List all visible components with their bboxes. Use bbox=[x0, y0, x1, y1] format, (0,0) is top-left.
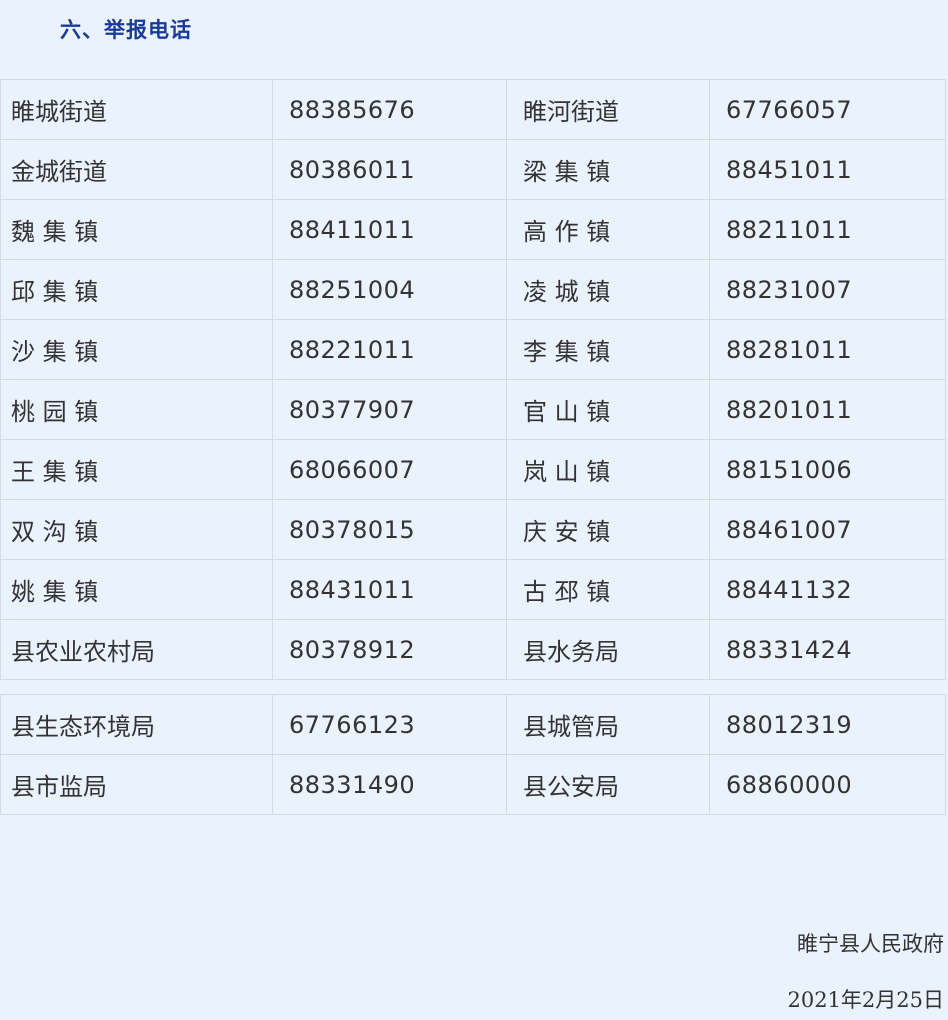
phone-number: 68066007 bbox=[272, 439, 507, 500]
unit-name: 沙 集 镇 bbox=[0, 319, 273, 380]
unit-name: 古 邳 镇 bbox=[506, 559, 710, 620]
unit-name: 魏 集 镇 bbox=[0, 199, 273, 260]
unit-name: 凌 城 镇 bbox=[506, 259, 710, 320]
table-row: 县市监局 88331490 县公安局 68860000 bbox=[0, 754, 946, 815]
unit-name: 睢城街道 bbox=[0, 79, 273, 140]
unit-name: 桃 园 镇 bbox=[0, 379, 273, 440]
phone-number: 88441132 bbox=[709, 559, 946, 620]
unit-name: 金城街道 bbox=[0, 139, 273, 200]
table-row: 姚 集 镇 88431011 古 邳 镇 88441132 bbox=[0, 559, 946, 620]
phone-number: 67766057 bbox=[709, 79, 946, 140]
phone-number: 88231007 bbox=[709, 259, 946, 320]
phone-number: 88012319 bbox=[709, 694, 946, 755]
phone-number: 68860000 bbox=[709, 754, 946, 815]
unit-name: 王 集 镇 bbox=[0, 439, 273, 500]
phone-number: 88151006 bbox=[709, 439, 946, 500]
unit-name: 姚 集 镇 bbox=[0, 559, 273, 620]
phone-number: 80378912 bbox=[272, 619, 507, 680]
issue-date: 2021年2月25日 bbox=[787, 988, 944, 1012]
phone-number: 88385676 bbox=[272, 79, 507, 140]
table-row: 睢城街道 88385676 睢河街道 67766057 bbox=[0, 79, 946, 140]
table-row: 县农业农村局 80378912 县水务局 88331424 bbox=[0, 619, 946, 680]
unit-name: 县公安局 bbox=[506, 754, 710, 815]
hotline-table: 睢城街道 88385676 睢河街道 67766057 金城街道 80386011 梁 集 … bbox=[0, 79, 946, 680]
phone-number: 88431011 bbox=[272, 559, 507, 620]
unit-name: 双 沟 镇 bbox=[0, 499, 273, 560]
phone-number: 88211011 bbox=[709, 199, 946, 260]
unit-name: 县农业农村局 bbox=[0, 619, 273, 680]
table-row: 双 沟 镇 80378015 庆 安 镇 88461007 bbox=[0, 499, 946, 560]
phone-number: 88221011 bbox=[272, 319, 507, 380]
unit-name: 县市监局 bbox=[0, 754, 273, 815]
unit-name: 梁 集 镇 bbox=[506, 139, 710, 200]
phone-number: 80386011 bbox=[272, 139, 507, 200]
phone-number: 67766123 bbox=[272, 694, 507, 755]
section-title: 六、举报电话 bbox=[60, 18, 192, 42]
unit-name: 庆 安 镇 bbox=[506, 499, 710, 560]
unit-name: 邱 集 镇 bbox=[0, 259, 273, 320]
phone-number: 88251004 bbox=[272, 259, 507, 320]
phone-number: 80377907 bbox=[272, 379, 507, 440]
table-row: 魏 集 镇 88411011 高 作 镇 88211011 bbox=[0, 199, 946, 260]
phone-number: 80378015 bbox=[272, 499, 507, 560]
table-row: 桃 园 镇 80377907 官 山 镇 88201011 bbox=[0, 379, 946, 440]
unit-name: 岚 山 镇 bbox=[506, 439, 710, 500]
unit-name: 县城管局 bbox=[506, 694, 710, 755]
phone-number: 88451011 bbox=[709, 139, 946, 200]
table-row: 沙 集 镇 88221011 李 集 镇 88281011 bbox=[0, 319, 946, 380]
issuer-name: 睢宁县人民政府 bbox=[797, 932, 944, 956]
unit-name: 睢河街道 bbox=[506, 79, 710, 140]
phone-number: 88331490 bbox=[272, 754, 507, 815]
table-row: 金城街道 80386011 梁 集 镇 88451011 bbox=[0, 139, 946, 200]
table-row: 王 集 镇 68066007 岚 山 镇 88151006 bbox=[0, 439, 946, 500]
phone-number: 88201011 bbox=[709, 379, 946, 440]
phone-number: 88411011 bbox=[272, 199, 507, 260]
table-row: 邱 集 镇 88251004 凌 城 镇 88231007 bbox=[0, 259, 946, 320]
phone-number: 88461007 bbox=[709, 499, 946, 560]
unit-name: 官 山 镇 bbox=[506, 379, 710, 440]
unit-name: 李 集 镇 bbox=[506, 319, 710, 380]
phone-number: 88331424 bbox=[709, 619, 946, 680]
table-row: 县生态环境局 67766123 县城管局 88012319 bbox=[0, 694, 946, 755]
hotline-table-departments: 县生态环境局 67766123 县城管局 88012319 县市监局 88331490 县公… bbox=[0, 694, 946, 815]
unit-name: 县水务局 bbox=[506, 619, 710, 680]
unit-name: 高 作 镇 bbox=[506, 199, 710, 260]
unit-name: 县生态环境局 bbox=[0, 694, 273, 755]
phone-number: 88281011 bbox=[709, 319, 946, 380]
